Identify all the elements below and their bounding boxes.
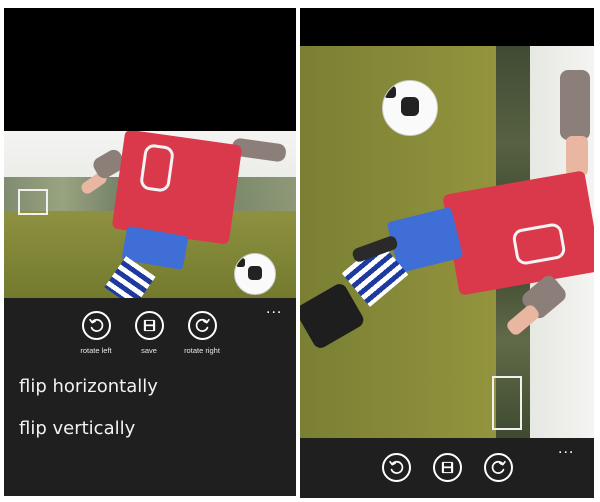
rotate-left-icon bbox=[381, 453, 411, 482]
more-options-button[interactable]: ... bbox=[266, 301, 282, 317]
rotate-left-button[interactable]: rotate left bbox=[66, 311, 126, 355]
menu-item-flip-vertically[interactable]: flip vertically bbox=[19, 418, 135, 439]
app-bar: ... bbox=[300, 438, 594, 498]
save-icon bbox=[134, 311, 164, 340]
save-button[interactable]: save bbox=[119, 311, 179, 355]
photo-soccer-ball bbox=[234, 253, 276, 295]
save-icon bbox=[432, 453, 462, 482]
photo-preview bbox=[4, 131, 296, 298]
rotate-right-button[interactable]: rotate right bbox=[172, 311, 232, 355]
photo-goal bbox=[18, 189, 48, 215]
photo-player-arm bbox=[566, 136, 588, 176]
app-bar: rotate left save rotate right ... flip h… bbox=[4, 298, 296, 496]
more-options-button[interactable]: ... bbox=[558, 441, 574, 457]
save-label: save bbox=[141, 346, 157, 355]
rotate-right-icon bbox=[187, 311, 217, 340]
photo-soccer-ball bbox=[382, 80, 438, 136]
rotate-right-label: rotate right bbox=[184, 346, 220, 355]
photo-goal bbox=[492, 376, 522, 430]
rotate-right-button[interactable] bbox=[468, 453, 528, 482]
rotate-left-label: rotate left bbox=[80, 346, 112, 355]
rotate-left-icon bbox=[81, 311, 111, 340]
photo-player-sleeve bbox=[560, 70, 590, 140]
phone-screen-right: ... bbox=[300, 8, 594, 498]
phone-screen-left: rotate left save rotate right ... flip h… bbox=[4, 8, 296, 496]
menu-item-flip-horizontally[interactable]: flip horizontally bbox=[19, 376, 158, 397]
photo-preview-rotated bbox=[300, 46, 594, 438]
rotate-right-icon bbox=[483, 453, 513, 482]
